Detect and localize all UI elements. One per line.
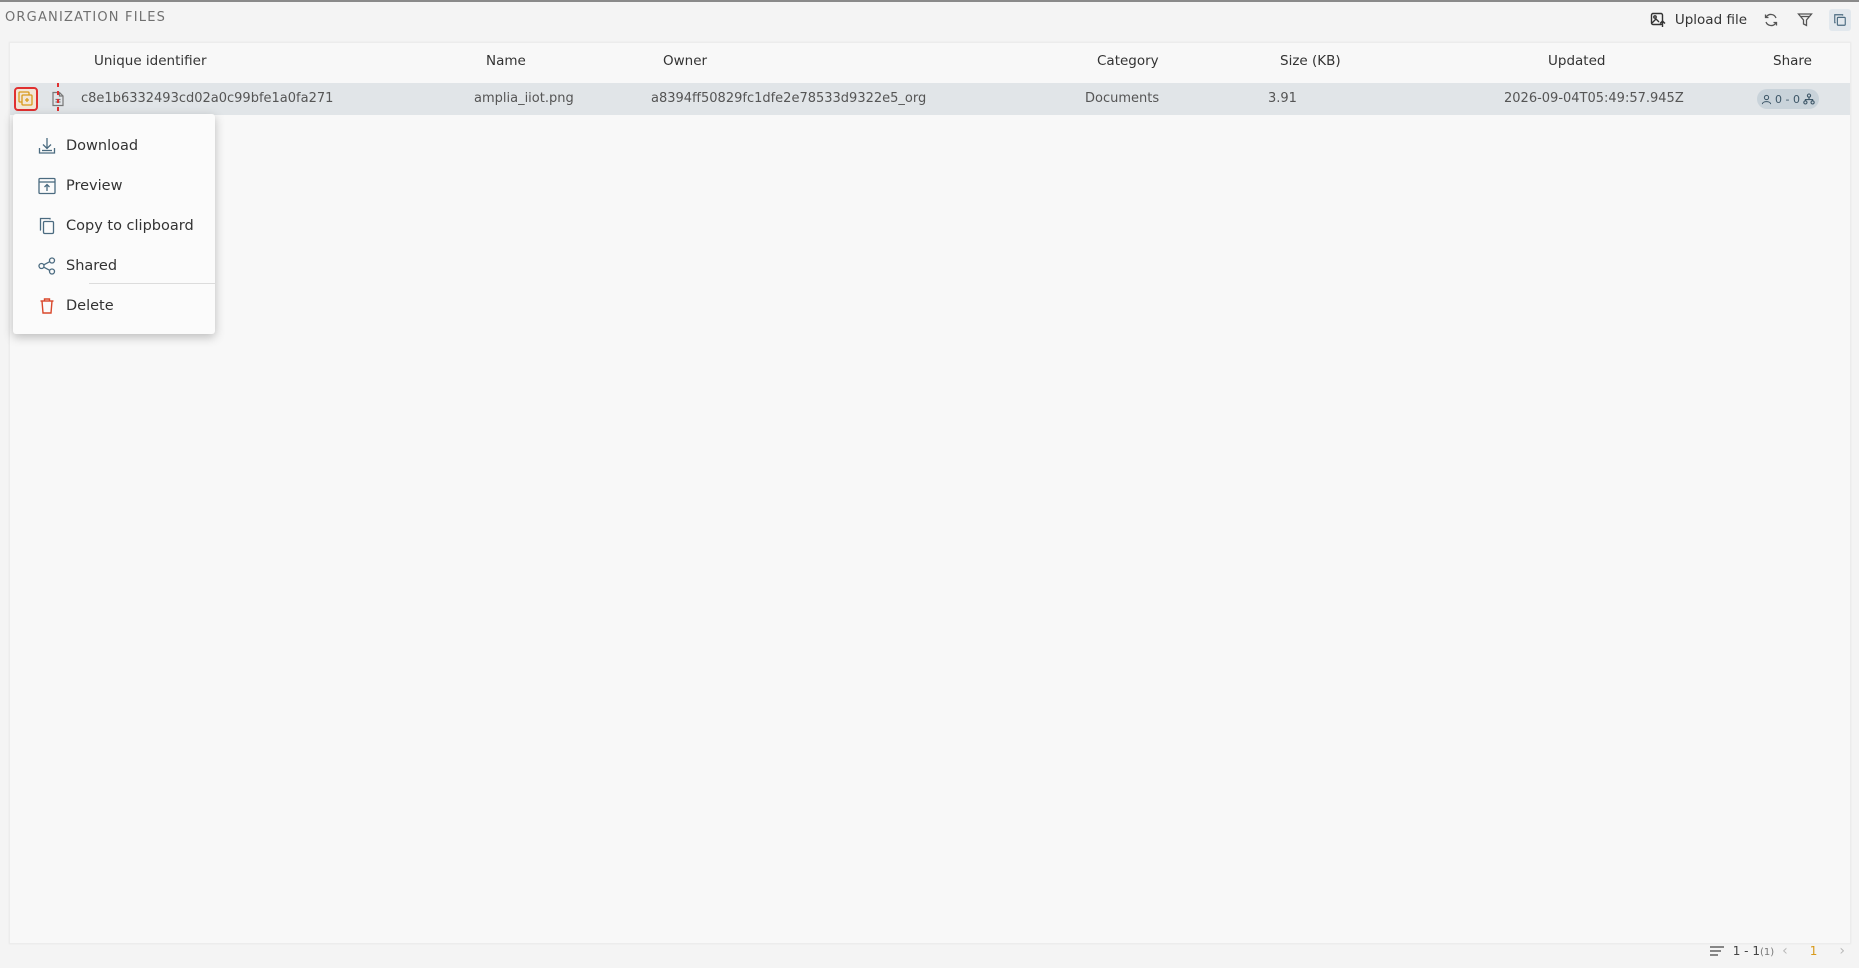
column-header-share[interactable]: Share (1773, 53, 1812, 69)
upload-file-button[interactable]: Upload file (1648, 10, 1747, 30)
toolbar: Upload file (1648, 8, 1851, 32)
cell-unique-identifier: c8e1b6332493cd02a0c99bfe1a0fa271 (81, 91, 334, 106)
copy-icon (37, 216, 57, 236)
upload-file-label: Upload file (1674, 12, 1747, 28)
page-range: 1 - 1(1) (1732, 944, 1775, 958)
organization-icon (1803, 93, 1815, 105)
menu-divider (89, 283, 215, 284)
menu-item-label: Delete (66, 298, 114, 314)
cell-owner: a8394ff50829fc1dfe2e78533d9322e5_org (651, 91, 927, 106)
cell-size: 3.91 (1268, 91, 1297, 106)
copy-view-icon[interactable] (1829, 9, 1851, 31)
menu-item-label: Copy to clipboard (66, 218, 194, 234)
menu-item-shared[interactable]: Shared (37, 254, 117, 278)
menu-item-preview[interactable]: Preview (37, 174, 122, 198)
preview-icon (37, 176, 57, 196)
column-header-owner[interactable]: Owner (663, 53, 707, 69)
menu-item-delete[interactable]: Delete (37, 294, 114, 318)
table-row[interactable]: c8e1b6332493cd02a0c99bfe1a0fa271 amplia_… (10, 83, 1850, 115)
column-header-unique-identifier[interactable]: Unique identifier (94, 53, 207, 69)
previous-page-button[interactable]: ‹ (1782, 943, 1788, 959)
next-page-button[interactable]: › (1839, 943, 1845, 959)
top-border (0, 0, 1859, 2)
column-header-category[interactable]: Category (1097, 53, 1159, 69)
share-icon (37, 256, 57, 276)
cell-category: Documents (1085, 91, 1160, 106)
row-context-menu: Download Preview Copy to clipboard Share… (13, 114, 215, 334)
row-actions-button[interactable] (14, 87, 38, 111)
column-header-updated[interactable]: Updated (1548, 53, 1605, 69)
column-header-size[interactable]: Size (KB) (1280, 53, 1341, 69)
upload-image-icon (1648, 10, 1668, 30)
menu-item-label: Download (66, 138, 139, 154)
list-icon (1709, 945, 1725, 957)
menu-item-label: Shared (66, 258, 118, 274)
download-icon (37, 136, 57, 156)
row-resize-handle[interactable] (57, 83, 59, 115)
menu-item-download[interactable]: Download (37, 134, 138, 158)
filter-icon[interactable] (1795, 10, 1815, 30)
cell-updated: 2026-09-04T05:49:57.945Z (1504, 91, 1684, 106)
menu-item-label: Preview (66, 178, 123, 194)
page-title: ORGANIZATION FILES (5, 10, 167, 25)
pagination-footer: 1 - 1(1) ‹ 1 › (1709, 942, 1845, 960)
menu-item-copy-to-clipboard[interactable]: Copy to clipboard (37, 214, 194, 238)
row-actions-icon (16, 89, 36, 109)
cell-name: amplia_iiot.png (474, 91, 574, 106)
trash-icon (37, 296, 57, 316)
column-header-name[interactable]: Name (486, 53, 526, 69)
user-icon (1761, 94, 1772, 105)
share-badge[interactable]: 0 - 0 (1757, 89, 1819, 109)
files-table: Unique identifier Name Owner Category Si… (9, 42, 1851, 944)
current-page[interactable]: 1 (1810, 944, 1818, 958)
share-count: 0 - 0 (1775, 92, 1800, 106)
refresh-icon[interactable] (1761, 10, 1781, 30)
